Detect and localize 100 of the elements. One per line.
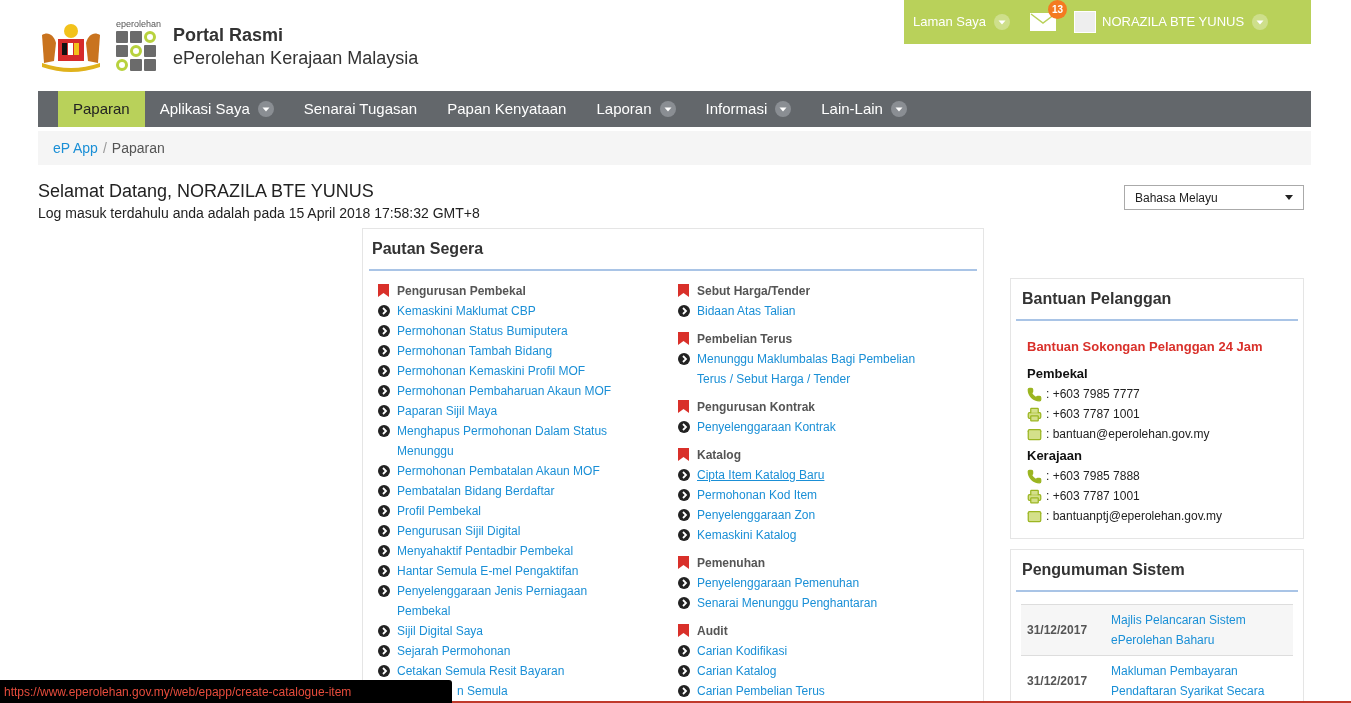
quick-link[interactable]: Carian Pembelian Terus [697, 680, 927, 701]
printer-icon [1027, 488, 1042, 504]
chevron-circle-icon [678, 684, 690, 697]
nav-tab[interactable]: Informasi [690, 91, 807, 127]
quick-link[interactable]: Permohonan Tambah Bidang [397, 340, 627, 361]
chevron-circle-icon [678, 468, 690, 481]
quick-link[interactable]: Hantar Semula E-mel Pengaktifan [397, 560, 627, 581]
breadcrumb-link[interactable]: eP App [53, 137, 98, 159]
quick-link[interactable]: Permohonan Kod Item [697, 484, 927, 505]
chevron-circle-icon [378, 524, 390, 537]
nav-tab[interactable]: Lain-Lain [806, 91, 922, 127]
caret-down-icon [1285, 195, 1293, 200]
chevron-circle-icon [378, 324, 390, 337]
quick-link[interactable]: Permohonan Kemaskini Profil MOF [397, 360, 627, 381]
section-heading: Pemenuhan [697, 554, 765, 572]
chevron-circle-icon [678, 488, 690, 501]
chevron-circle-icon [678, 528, 690, 541]
section-heading: Pembelian Terus [697, 330, 793, 348]
announcement-date: 31/12/2017 [1026, 673, 1089, 690]
chevron-circle-icon [378, 644, 390, 657]
caret-icon [1252, 14, 1269, 30]
chevron-circle-icon [678, 304, 690, 317]
announcement-date: 31/12/2017 [1026, 622, 1089, 639]
quick-link[interactable]: Menghapus Permohonan Dalam Status Menunggu [397, 420, 627, 461]
portal-subtitle: ePerolehan Kerajaan Malaysia [173, 46, 419, 69]
breadcrumb-separator: / [102, 138, 107, 158]
chevron-circle-icon [378, 664, 390, 677]
announcements-title: Pengumuman Sistem [1016, 550, 1298, 592]
section-heading: Katalog [697, 446, 741, 464]
quick-link[interactable]: Permohonan Pembatalan Akaun MOF [397, 460, 627, 481]
quick-link[interactable]: Profil Pembekal [397, 500, 627, 521]
chevron-circle-icon [678, 508, 690, 521]
bookmark-icon [678, 399, 689, 413]
nav-tab[interactable]: Senarai Tugasan [288, 91, 433, 127]
breadcrumb-current: Paparan [111, 138, 165, 158]
quick-link[interactable]: n Semula [457, 680, 678, 701]
avatar-icon [1074, 11, 1096, 33]
quick-link[interactable]: Senarai Menunggu Penghantaran [697, 592, 927, 613]
status-bar-url: https://www.eperolehan.gov.my/web/epapp/create-catalogue-item [0, 680, 452, 703]
quick-link[interactable]: Permohonan Pembaharuan Akaun MOF [397, 380, 627, 401]
logo-grid-icon [116, 31, 158, 73]
last-login-text: Log masuk terdahulu anda adalah pada 15 April 2018 17:58:32 GMT+8 [38, 203, 480, 223]
quick-link[interactable]: Penyelenggaraan Kontrak [697, 416, 927, 437]
caret-icon [994, 14, 1010, 30]
contact-text: : +603 7787 1001 [1046, 406, 1140, 423]
chevron-circle-icon [378, 424, 390, 437]
chevron-circle-icon [378, 464, 390, 477]
section-heading: Sebut Harga/Tender [697, 282, 811, 300]
bookmark-icon [678, 331, 689, 345]
section-heading: Pengurusan Pembekal [397, 282, 526, 300]
quick-link[interactable]: Cetakan Semula Resit Bayaran [397, 660, 627, 681]
quick-link[interactable]: Penyelenggaraan Pemenuhan [697, 572, 927, 593]
quick-link[interactable]: Carian Kodifikasi [697, 640, 927, 661]
contact-text: : +603 7985 7777 [1046, 386, 1140, 403]
chevron-circle-icon [378, 584, 390, 597]
quick-link[interactable]: Penyelenggaraan Zon [697, 504, 927, 525]
chevron-circle-icon [678, 664, 690, 677]
quick-link[interactable]: Carian Katalog [697, 660, 927, 681]
announcement-link[interactable]: Majlis Pelancaran Sistem ePerolehan Baharu [1111, 610, 1281, 650]
quick-link[interactable]: Cipta Item Katalog Baru [697, 464, 927, 485]
chevron-circle-icon [378, 364, 390, 377]
quick-link[interactable]: Penyelenggaraan Jenis Perniagaan Pembekal [397, 580, 627, 621]
nav-tab[interactable]: Aplikasi Saya [144, 91, 289, 127]
chevron-circle-icon [378, 504, 390, 517]
bookmark-icon [678, 283, 689, 297]
chevron-circle-icon [378, 304, 390, 317]
quick-link[interactable]: Sijil Digital Saya [397, 620, 627, 641]
chevron-circle-icon [378, 384, 390, 397]
chevron-circle-icon [378, 564, 390, 577]
contact-text: : bantuanptj@eperolehan.gov.my [1046, 508, 1223, 525]
contact-group-title: Pembekal [1027, 365, 1089, 383]
quick-link[interactable]: Pembatalan Bidang Berdaftar [397, 480, 627, 501]
nav-tab[interactable]: Papan Kenyataan [432, 91, 582, 127]
portal-title: Portal Rasmi [173, 24, 285, 47]
quick-link[interactable]: Kemaskini Maklumat CBP [397, 300, 627, 321]
section-heading: Pengurusan Kontrak [697, 398, 816, 416]
quick-link[interactable]: Menunggu Maklumbalas Bagi Pembelian Terus / Sebut Harga / Tender [697, 348, 927, 389]
quick-link[interactable]: Paparan Sijil Maya [397, 400, 627, 421]
quick-link[interactable]: Bidaan Atas Talian [697, 300, 927, 321]
announcement-link[interactable]: Makluman Pembayaran Pendaftaran Syarikat Secara [1111, 661, 1281, 701]
help-title: Bantuan Pelanggan [1016, 278, 1298, 321]
bookmark-icon [378, 283, 389, 297]
quick-link[interactable]: Menyahaktif Pentadbir Pembekal [397, 540, 627, 561]
nav-tab[interactable]: Laporan [581, 91, 691, 127]
contact-group-title: Kerajaan [1027, 447, 1083, 465]
quick-link[interactable]: Permohonan Status Bumiputera [397, 320, 627, 341]
quick-link[interactable]: Sejarah Permohonan [397, 640, 627, 661]
bookmark-icon [678, 555, 689, 569]
chevron-circle-icon [378, 624, 390, 637]
quick-link[interactable]: Pengurusan Sijil Digital [397, 520, 627, 541]
chevron-circle-icon [678, 352, 690, 365]
contact-text: : +603 7985 7888 [1046, 468, 1140, 485]
nav-tab[interactable]: Paparan [58, 91, 145, 127]
phone-icon [1027, 468, 1042, 484]
chevron-circle-icon [678, 576, 690, 589]
language-select[interactable]: Bahasa Melayu [1124, 185, 1304, 210]
quick-link[interactable]: Kemaskini Katalog [697, 524, 927, 545]
chevron-circle-icon [678, 420, 690, 433]
bookmark-icon [678, 447, 689, 461]
printer-icon [1027, 406, 1042, 422]
